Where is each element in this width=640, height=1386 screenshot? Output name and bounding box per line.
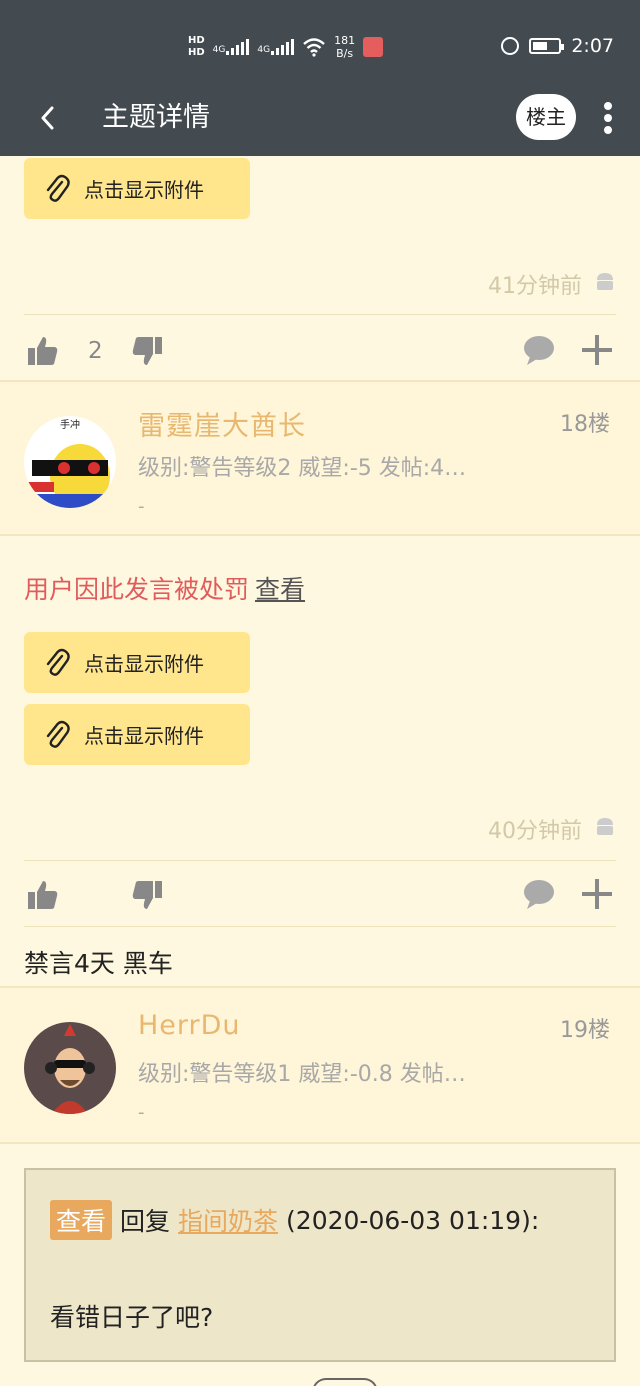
paperclip-icon <box>46 720 70 748</box>
avatar-image <box>24 1022 116 1114</box>
quote-time: (2020-06-03 01:19): <box>286 1205 540 1235</box>
status-network: HD HD 4G 4G 181 B/s <box>188 30 384 64</box>
add-button[interactable] <box>580 877 614 911</box>
attachment-label: 点击显示附件 <box>84 652 204 676</box>
attachment-label: 点击显示附件 <box>84 178 204 202</box>
show-attachment-button[interactable]: 点击显示附件 <box>24 158 250 219</box>
post-body: 看错日子了吧? <box>50 1303 214 1332</box>
quote-block: 查看 回复 指间奶茶 (2020-06-03 01:19): 看错日子了吧? <box>24 1168 616 1362</box>
user-meta-dash: - <box>138 1102 145 1123</box>
battery-icon <box>529 38 565 54</box>
android-icon <box>597 273 613 290</box>
net-speed: 181 B/s <box>334 34 355 60</box>
show-attachment-button[interactable]: 点击显示附件 <box>24 632 250 693</box>
post-separator <box>0 534 640 536</box>
avatar-image: 手冲 <box>24 416 116 508</box>
quote-view-tag[interactable]: 查看 <box>50 1200 113 1240</box>
attachment-label: 点击显示附件 <box>84 724 204 748</box>
ban-note: 禁言4天 黑车 <box>24 949 173 978</box>
divider <box>24 860 616 861</box>
svg-text:手冲: 手冲 <box>60 418 80 431</box>
hd1-text: HD <box>188 35 205 46</box>
floor-number: 19楼 <box>560 1018 610 1043</box>
page-title: 主题详情 <box>102 102 210 133</box>
op-only-button[interactable]: 楼主 <box>516 94 576 140</box>
show-attachment-button[interactable]: 点击显示附件 <box>24 704 250 765</box>
post-separator <box>0 1142 640 1144</box>
quote-reply-label: 回复 <box>120 1207 171 1236</box>
user-meta: 级别:警告等级2 威望:-5 发帖:4… <box>138 456 467 481</box>
speed-value: 181 <box>334 34 356 47</box>
status-right: 2:07 <box>501 30 614 62</box>
hd-indicator: HD HD <box>188 35 205 59</box>
loading-icon <box>312 1378 378 1386</box>
back-button[interactable] <box>34 100 64 136</box>
alarm-icon <box>501 37 520 55</box>
net2-text: 4G <box>257 45 271 55</box>
comment-button[interactable] <box>522 333 556 367</box>
paperclip-icon <box>46 648 70 676</box>
more-options-button[interactable] <box>600 100 616 136</box>
like-count: 2 <box>88 338 103 364</box>
comment-button[interactable] <box>522 877 556 911</box>
net1-text: 4G <box>212 45 226 55</box>
floor-number: 18楼 <box>560 412 610 437</box>
signal-1-icon: 4G <box>213 39 250 55</box>
user-meta-dash: - <box>138 496 145 517</box>
quote-user-link[interactable]: 指间奶茶 <box>178 1202 278 1238</box>
user-meta: 级别:警告等级1 威望:-0.8 发帖… <box>138 1062 466 1087</box>
divider <box>24 314 616 315</box>
add-button[interactable] <box>580 333 614 367</box>
penalty-notice: 用户因此发言被处罚 查看 <box>24 570 305 606</box>
wifi-icon <box>303 38 325 57</box>
quote-header: 查看 回复 指间奶茶 (2020-06-03 01:19): <box>50 1200 539 1240</box>
hd2-text: HD <box>188 47 205 58</box>
avatar[interactable]: 手冲 <box>24 416 116 508</box>
signal-2-icon: 4G <box>257 39 295 55</box>
android-icon <box>597 818 613 835</box>
username[interactable]: HerrDu <box>138 1010 241 1041</box>
avatar[interactable] <box>24 1022 116 1114</box>
like-button[interactable] <box>26 334 60 368</box>
like-button[interactable] <box>26 878 60 912</box>
top-toolbar: 主题详情 楼主 <box>0 80 640 156</box>
paperclip-icon <box>46 174 70 202</box>
divider <box>24 926 616 927</box>
dislike-button[interactable] <box>130 334 164 368</box>
app-notification-icon <box>363 37 384 57</box>
clock: 2:07 <box>571 35 614 57</box>
dislike-button[interactable] <box>130 878 164 912</box>
status-bar: HD HD 4G 4G 181 B/s 2:07 <box>0 0 640 80</box>
penalty-text: 用户因此发言被处罚 <box>24 575 250 604</box>
username[interactable]: 雷霆崖大酋长 <box>138 404 306 443</box>
speed-unit: B/s <box>336 47 354 60</box>
post-time: 40分钟前 <box>488 819 582 844</box>
penalty-view-link[interactable]: 查看 <box>255 575 305 604</box>
post-time: 41分钟前 <box>488 274 582 299</box>
